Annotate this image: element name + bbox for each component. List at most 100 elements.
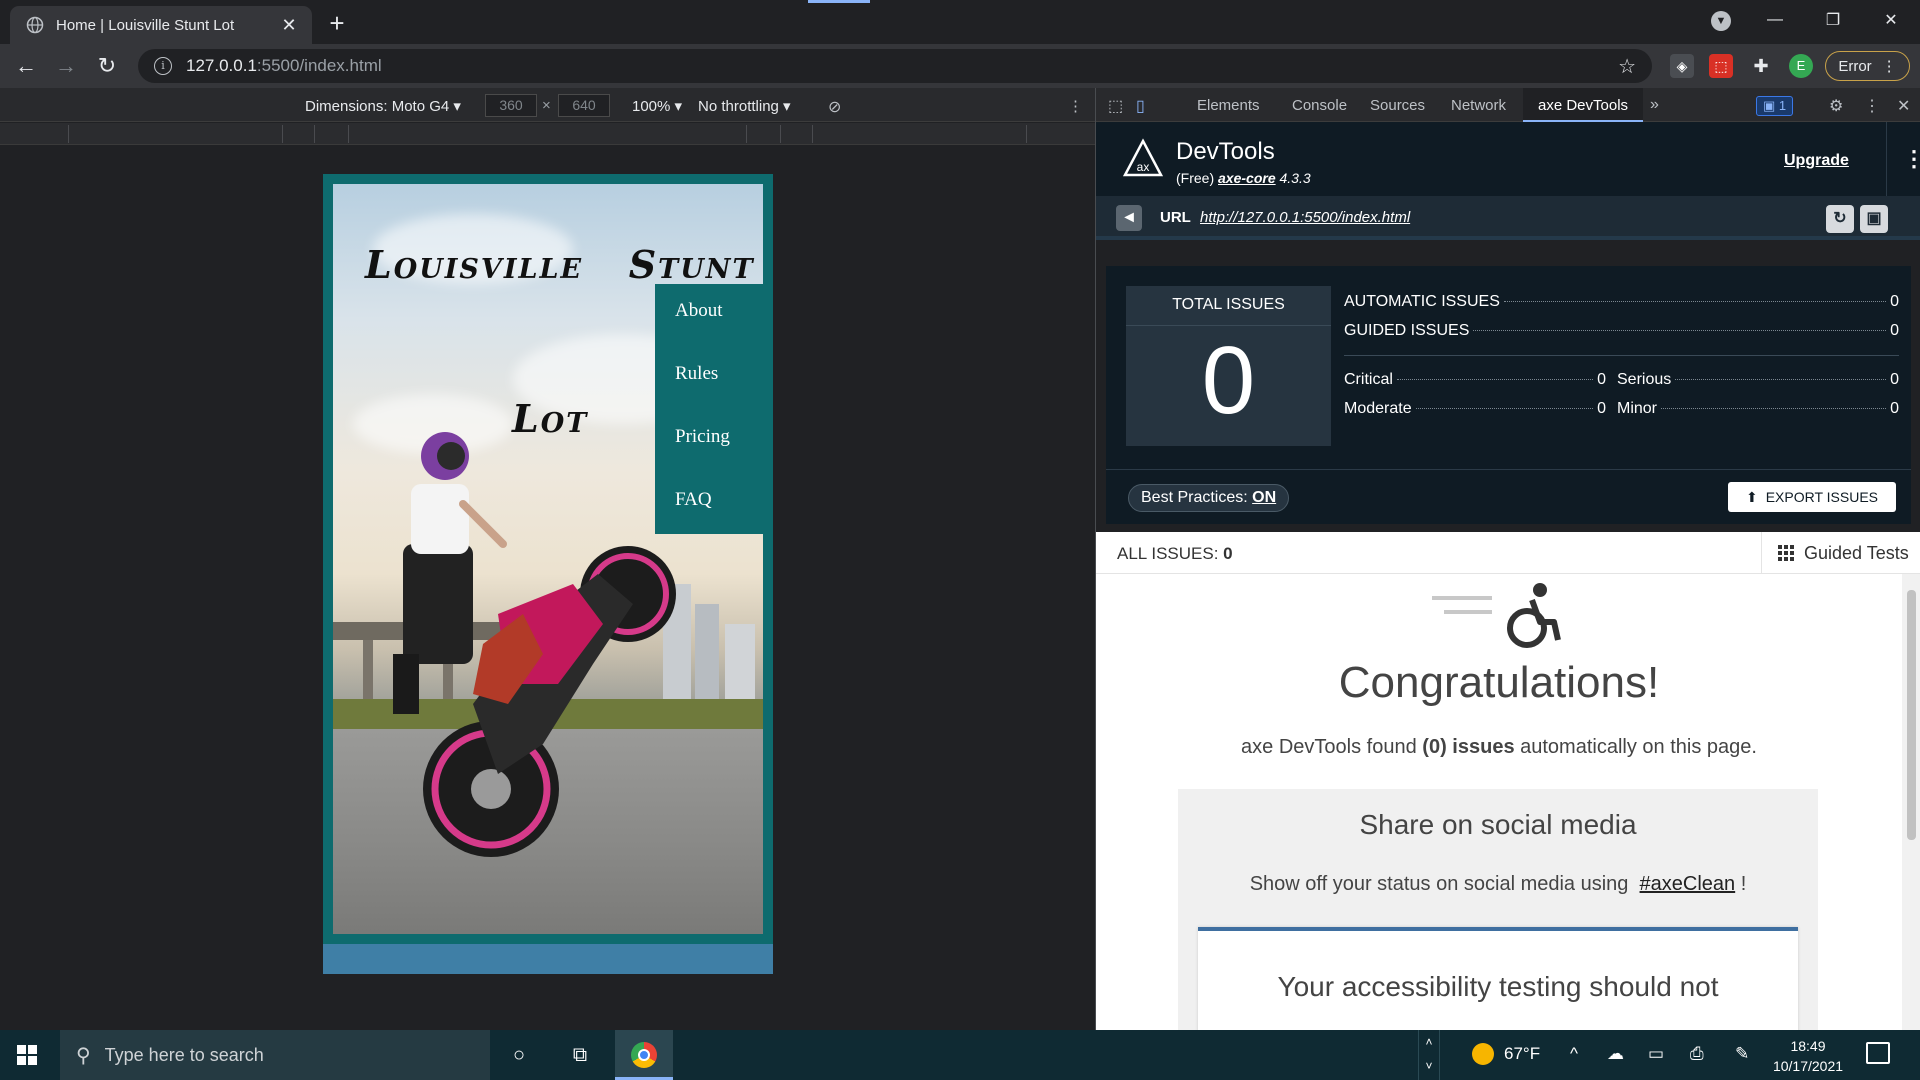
grid-icon	[1778, 545, 1794, 561]
nav-link-rules[interactable]: Rules	[655, 363, 763, 426]
notifications-icon[interactable]	[1866, 1042, 1890, 1064]
tab-network[interactable]: Network	[1451, 97, 1506, 114]
windows-start-icon[interactable]	[17, 1045, 37, 1065]
automatic-issues-row[interactable]: AUTOMATIC ISSUES 0	[1344, 293, 1899, 311]
best-practices-toggle[interactable]: Best Practices: ON	[1128, 484, 1290, 512]
guided-tests-button[interactable]: Guided Tests	[1761, 532, 1909, 574]
share-text: Show off your status on social media usi…	[1178, 873, 1818, 896]
zoom-label: 100%	[632, 98, 671, 115]
new-tab-button[interactable]: +	[322, 8, 352, 39]
task-view-icon[interactable]: ⧉	[567, 1042, 593, 1068]
taskbar-search[interactable]: ⚲ Type here to search	[60, 1030, 490, 1080]
axeclean-hashtag-link[interactable]: #axeClean	[1640, 873, 1736, 895]
bookmark-star-icon[interactable]: ☆	[1618, 54, 1636, 79]
upgrade-link[interactable]: Upgrade	[1784, 152, 1849, 170]
tab-sources[interactable]: Sources	[1370, 97, 1425, 114]
device-dimensions-select[interactable]: Dimensions: Moto G4 ▾	[305, 97, 461, 115]
page-footer-strip	[323, 944, 773, 974]
export-issues-label: EXPORT ISSUES	[1765, 489, 1879, 505]
close-devtools-icon[interactable]: ✕	[1897, 96, 1910, 116]
device-toggle-icon[interactable]: ▯	[1136, 96, 1145, 116]
restore-icon[interactable]: ❐	[1804, 10, 1862, 30]
device-more-icon[interactable]: ⋮	[1068, 97, 1083, 115]
device-height-input[interactable]: 640	[558, 94, 610, 117]
zoom-select[interactable]: 100% ▾	[632, 97, 682, 115]
serious-row[interactable]: Serious 0	[1617, 371, 1899, 389]
axe-back-icon[interactable]: ◄	[1116, 205, 1142, 231]
axe-version-line: (Free) axe-core 4.3.3	[1176, 170, 1311, 186]
devtools-panel: ⬚ ▯ Elements Console Sources Network axe…	[1095, 88, 1920, 1047]
url-path: :5500/index.html	[256, 56, 382, 75]
error-button[interactable]: Error ⋮	[1825, 51, 1910, 81]
profile-avatar[interactable]: E	[1789, 54, 1813, 78]
browser-tab[interactable]: Home | Louisville Stunt Lot ✕	[10, 6, 312, 44]
back-icon[interactable]: ←	[12, 52, 40, 80]
cortana-icon[interactable]: ○	[506, 1042, 532, 1068]
rescan-icon[interactable]: ↻	[1826, 205, 1854, 233]
window-controls: — ❐ ✕	[1746, 0, 1920, 40]
reload-icon[interactable]: ↻	[93, 52, 121, 80]
tab-console[interactable]: Console	[1292, 97, 1347, 114]
taskbar-scroll-arrows[interactable]: ˄ ˅	[1418, 1030, 1440, 1080]
scanned-url-link[interactable]: http://127.0.0.1:5500/index.html	[1200, 209, 1410, 226]
tab-elements[interactable]: Elements	[1197, 97, 1260, 114]
close-window-icon[interactable]: ✕	[1862, 10, 1920, 30]
share-title: Share on social media	[1359, 809, 1637, 840]
meet-now-icon[interactable]: ⎙	[1690, 1044, 1704, 1064]
pen-icon[interactable]: ✎	[1735, 1044, 1749, 1064]
puzzle-extensions-icon[interactable]: ✚	[1749, 54, 1773, 78]
promo-card-text: Your accessibility testing should not	[1277, 971, 1719, 1002]
nav-link-faq[interactable]: FAQ	[655, 489, 763, 552]
windows-taskbar: ⚲ Type here to search ○ ⧉ ˄ ˅ 67°F ^ ☁ ▭ …	[0, 1030, 1920, 1080]
rotate-icon[interactable]: ⊘	[828, 97, 841, 117]
tray-chevron-icon[interactable]: ^	[1570, 1044, 1578, 1064]
critical-label: Critical	[1344, 371, 1393, 388]
device-dimensions-label: Dimensions: Moto G4	[305, 98, 450, 115]
site-title-line2: Lot	[512, 396, 589, 441]
save-results-icon[interactable]: ▣	[1860, 205, 1888, 233]
throttling-select[interactable]: No throttling ▾	[698, 97, 791, 115]
site-nav-menu: About Rules Pricing FAQ	[655, 284, 763, 534]
scrollbar-thumb[interactable]	[1907, 590, 1916, 840]
automatic-issues-label: AUTOMATIC ISSUES	[1344, 293, 1500, 310]
settings-gear-icon[interactable]: ⚙	[1829, 96, 1843, 116]
message-count-badge[interactable]: ▣ 1	[1756, 96, 1794, 116]
inspect-element-icon[interactable]: ⬚	[1108, 96, 1123, 116]
total-issues-count: 0	[1201, 327, 1256, 434]
nav-link-about[interactable]: About	[655, 300, 763, 363]
site-info-icon[interactable]: i	[154, 57, 172, 75]
more-tabs-icon[interactable]: »	[1650, 96, 1659, 114]
accessibility-wheelchair-icon	[1432, 583, 1561, 648]
export-issues-button[interactable]: ⬆ EXPORT ISSUES	[1728, 482, 1896, 512]
guided-issues-row[interactable]: GUIDED ISSUES 0	[1344, 322, 1899, 340]
onedrive-icon[interactable]: ☁	[1607, 1044, 1624, 1064]
extension-icon[interactable]: ◈	[1670, 54, 1694, 78]
axe-core-link[interactable]: axe-core	[1218, 170, 1276, 186]
devtools-menu-icon[interactable]: ⋮	[1864, 96, 1880, 116]
critical-row[interactable]: Critical 0	[1344, 371, 1606, 389]
menu-dots-icon: ⋮	[1881, 58, 1897, 75]
tab-title: Home | Louisville Stunt Lot	[56, 16, 235, 34]
url-host: 127.0.0.1	[186, 56, 257, 75]
forward-icon[interactable]: →	[52, 52, 80, 80]
minimize-icon[interactable]: —	[1746, 11, 1804, 29]
pdf-extension-icon[interactable]: ⬚	[1709, 54, 1733, 78]
tab-drag-indicator	[808, 0, 870, 3]
minor-row[interactable]: Minor 0	[1617, 400, 1899, 418]
tab-axe-devtools[interactable]: axe DevTools	[1523, 88, 1644, 122]
chrome-taskbar-button[interactable]	[615, 1030, 673, 1080]
nav-link-pricing[interactable]: Pricing	[655, 426, 763, 489]
free-label: (Free)	[1176, 170, 1215, 186]
issues-scrollbar[interactable]	[1902, 574, 1920, 1030]
device-width-input[interactable]: 360	[485, 94, 537, 117]
taskbar-clock[interactable]: 18:49 10/17/2021	[1768, 1036, 1848, 1076]
battery-icon[interactable]: ▭	[1648, 1044, 1664, 1064]
close-tab-icon[interactable]: ✕	[278, 15, 300, 36]
moderate-row[interactable]: Moderate 0	[1344, 400, 1606, 418]
address-bar[interactable]: i 127.0.0.1 :5500/index.html ☆	[138, 49, 1652, 83]
message-count: 1	[1778, 98, 1787, 113]
weather-widget[interactable]: 67°F	[1472, 1043, 1540, 1065]
tab-search-icon[interactable]: ▼	[1711, 11, 1731, 31]
axe-menu-icon[interactable]: ⋮	[1886, 122, 1920, 196]
all-issues-summary: ALL ISSUES: 0	[1117, 544, 1233, 564]
